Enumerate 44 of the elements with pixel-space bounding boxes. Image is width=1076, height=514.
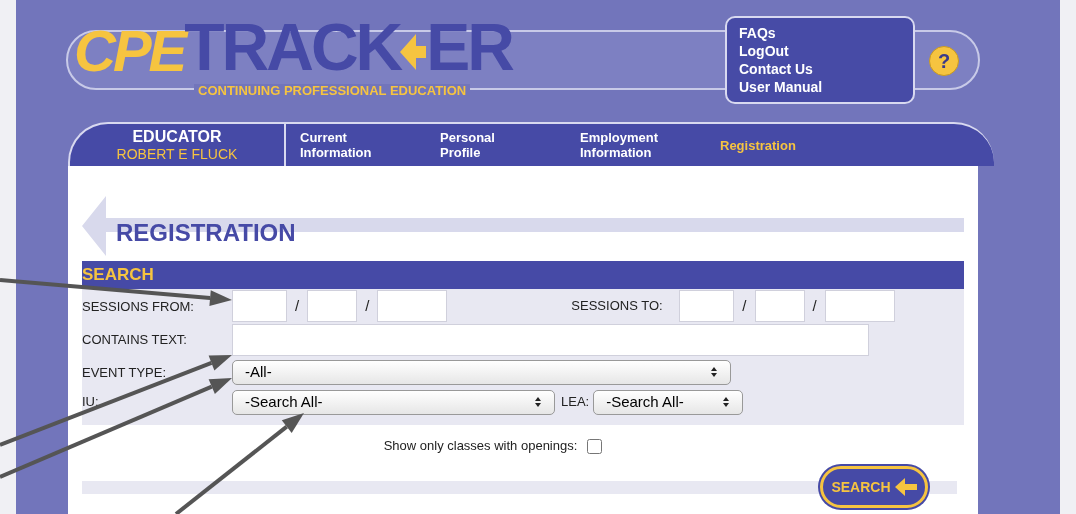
nav-tab[interactable]: Employment Information [580, 130, 690, 160]
stepper-icon [722, 396, 731, 408]
header-link[interactable]: User Manual [739, 78, 823, 96]
dropdown[interactable]: -All- [232, 359, 731, 385]
field-label: SESSIONS TO: [571, 297, 664, 316]
field-label: CONTAINS TEXT: [82, 331, 188, 350]
header-link[interactable]: Contact Us [739, 60, 813, 78]
field-label: IU: [82, 393, 100, 412]
date-field[interactable] [377, 290, 448, 322]
date-separator: / [741, 295, 748, 316]
checkbox[interactable] [587, 438, 603, 454]
section-title: SEARCH [82, 264, 154, 287]
date-field[interactable] [754, 290, 805, 322]
arrow-icon [894, 478, 917, 496]
date-field[interactable] [232, 290, 287, 322]
date-field[interactable] [824, 290, 895, 322]
dropdown[interactable]: -Search All- [593, 389, 744, 415]
logo-tagline: CONTINUING PROFESSIONAL EDUCATION [194, 84, 471, 97]
dropdown[interactable]: -Search All- [232, 389, 555, 415]
logo-text: TRACK [184, 14, 401, 80]
header-link[interactable]: FAQs [739, 24, 776, 42]
field-label: SESSIONS FROM: [82, 299, 194, 313]
date-field[interactable] [307, 290, 358, 322]
text-field[interactable] [232, 324, 869, 356]
role-label: EDUCATOR [132, 127, 222, 146]
date-field[interactable] [679, 290, 735, 322]
page-title: REGISTRATION [116, 221, 296, 245]
nav-tab[interactable]: Registration [720, 137, 830, 153]
date-separator: / [294, 295, 301, 316]
user-name: ROBERT E FLUCK [116, 145, 238, 163]
search-button[interactable]: SEARCH [820, 466, 928, 508]
field-label: EVENT TYPE: [82, 365, 167, 379]
date-separator: / [364, 295, 371, 316]
nav-tab[interactable]: Personal Profile [440, 130, 550, 160]
logo-text: CPE [74, 22, 185, 80]
stepper-icon [534, 396, 542, 408]
logo-text: ER [426, 14, 512, 80]
date-separator: / [811, 295, 818, 316]
stepper-icon [710, 366, 718, 378]
checkbox-label: Show only classes with openings: [383, 437, 578, 456]
field-label: LEA: [561, 393, 590, 412]
arrow-icon [400, 32, 427, 72]
nav-tab[interactable]: Current Information [300, 130, 410, 160]
header-link[interactable]: LogOut [739, 42, 789, 60]
